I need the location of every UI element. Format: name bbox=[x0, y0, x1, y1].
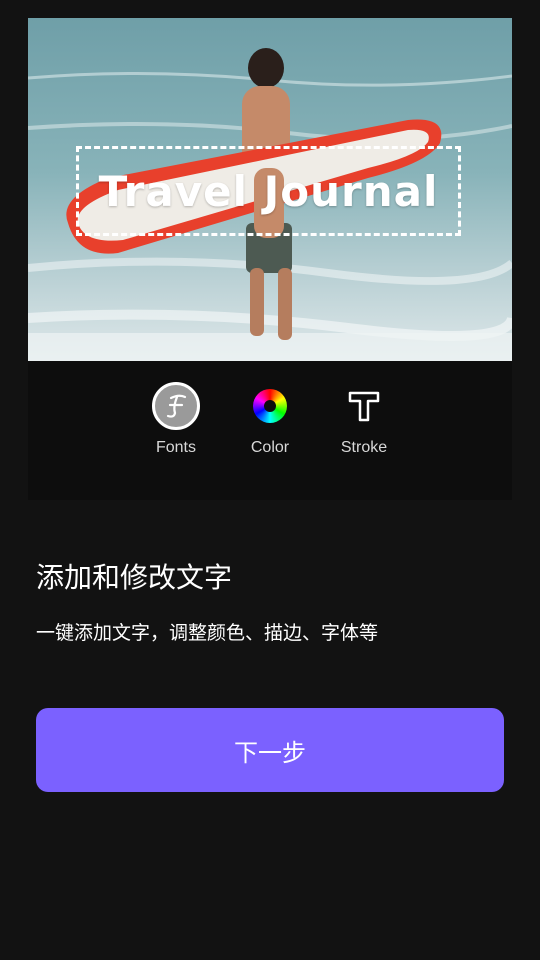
feature-description: 一键添加文字，调整颜色、描边、字体等 bbox=[36, 622, 379, 644]
fonts-tool-button[interactable]: Fonts bbox=[136, 379, 216, 457]
fonts-icon bbox=[152, 382, 200, 430]
feature-title: 添加和修改文字 bbox=[36, 561, 233, 594]
fonts-label: Fonts bbox=[155, 439, 196, 456]
photo-preview: Travel Journal bbox=[28, 18, 512, 361]
next-button[interactable]: 下一步 bbox=[36, 708, 504, 792]
color-wheel-icon bbox=[253, 389, 287, 423]
color-tool-button[interactable]: Color bbox=[230, 379, 310, 457]
text-selection-box[interactable]: Travel Journal bbox=[76, 146, 461, 236]
stroke-tool-button[interactable]: Stroke bbox=[324, 379, 404, 457]
stroke-icon bbox=[348, 391, 380, 422]
stroke-label: Stroke bbox=[340, 439, 388, 456]
color-label: Color bbox=[250, 439, 290, 456]
text-tools-toolbar: Fonts Color Stroke bbox=[28, 361, 512, 500]
overlay-text[interactable]: Travel Journal bbox=[99, 167, 439, 216]
